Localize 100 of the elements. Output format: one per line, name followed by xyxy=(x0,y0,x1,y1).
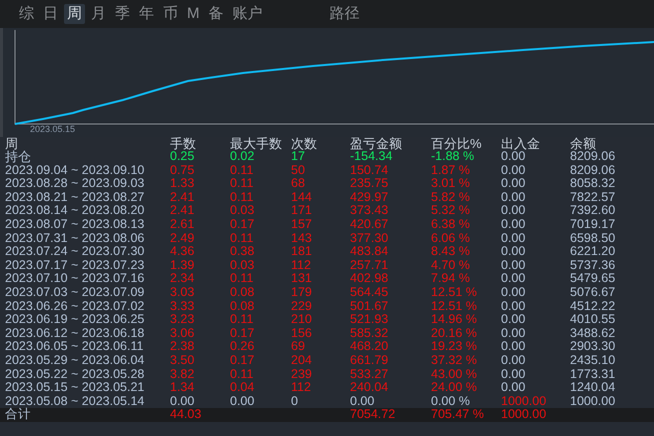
table-cell-text: 6.06 % xyxy=(431,232,471,246)
table-cell-text: 24.00 % xyxy=(431,381,478,395)
table-cell-text: 210 xyxy=(291,313,313,327)
table-cell-text: 0.17 xyxy=(230,326,256,340)
table-cell-text: 0.00 xyxy=(501,177,526,191)
table-cell-text: 179 xyxy=(291,286,313,300)
table-cell-text: 6598.50 xyxy=(570,232,616,246)
table-cell-text: 0.00 xyxy=(501,340,526,354)
table-cell-text: 585.32 xyxy=(350,326,390,340)
table-cell-text: 0.11 xyxy=(230,272,254,286)
row-label: 2023.08.21 ~ 2023.08.27 xyxy=(5,190,146,204)
table-cell-text: 43.00 % xyxy=(431,368,478,382)
table-cell-text: 0.04 xyxy=(230,381,256,395)
table-cell-text: 1.34 xyxy=(170,381,196,395)
table-cell-text: 157 xyxy=(291,218,313,232)
table-cell-text: 8209.06 xyxy=(570,150,616,164)
row-label: 2023.06.12 ~ 2023.06.18 xyxy=(5,326,146,340)
table-cell-text: 20.16 % xyxy=(431,326,478,340)
table-cell-text: -154.34 xyxy=(350,150,392,164)
table-cell-text: 37.32 % xyxy=(431,354,478,368)
tab[interactable]: 月 xyxy=(88,4,109,24)
table-cell-text: 17 xyxy=(291,150,305,164)
table-cell-text: 4010.55 xyxy=(570,313,616,327)
column-header: 盈亏金额 xyxy=(350,137,403,150)
table-cell-text: 0.11 xyxy=(230,190,254,204)
table-cell-text: 150.74 xyxy=(350,164,390,178)
tab[interactable]: 币 xyxy=(160,4,181,24)
tab[interactable]: M xyxy=(184,4,202,24)
table-cell-text: 2.49 xyxy=(170,232,196,246)
table-cell-text: 7392.60 xyxy=(570,204,616,218)
table-cell-text: 0.00 xyxy=(501,245,526,259)
table-cell-text: 12.51 % xyxy=(431,286,478,300)
table-cell-text: 2435.10 xyxy=(570,354,616,368)
table-cell-text: 7054.72 xyxy=(350,408,396,422)
table-cell-text: 0.00 xyxy=(501,313,526,327)
table-cell-text: 240.04 xyxy=(350,381,390,395)
tab[interactable]: 日 xyxy=(40,4,61,24)
table-cell-text: 7.94 % xyxy=(431,272,471,286)
tab[interactable]: 年 xyxy=(136,4,157,24)
row-label: 2023.08.28 ~ 2023.09.03 xyxy=(5,177,146,191)
tab[interactable]: 综 xyxy=(16,4,37,24)
row-label: 2023.07.03 ~ 2023.07.09 xyxy=(5,286,146,300)
table-cell-text: 1.39 xyxy=(170,258,196,272)
table-cell-text: 3.23 xyxy=(170,313,196,327)
table-cell-text: 501.67 xyxy=(350,300,390,314)
table-cell-text: 483.84 xyxy=(350,245,390,259)
table-cell-text: 0.11 xyxy=(230,313,254,327)
table-cell-text: 1240.04 xyxy=(570,381,616,395)
table-cell-text: 3.82 xyxy=(170,368,196,382)
table-cell-text: 3.33 xyxy=(170,300,196,314)
table-cell-text: 19.23 % xyxy=(431,340,478,354)
table-cell-text: 0 xyxy=(291,394,299,408)
table-cell-text: 5.32 % xyxy=(431,204,471,218)
tab[interactable]: 周 xyxy=(64,4,85,24)
column-header: 最大手数 xyxy=(230,137,283,150)
tab[interactable]: 季 xyxy=(112,4,133,24)
table-cell-text: 8058.32 xyxy=(570,177,616,191)
table-cell-text: 181 xyxy=(291,245,313,259)
column-header: 周 xyxy=(5,137,18,150)
row-label: 持仓 xyxy=(5,150,32,164)
table-cell-text: 144 xyxy=(291,190,313,204)
table-cell-text: 5737.36 xyxy=(570,258,616,272)
tab[interactable]: 账户 xyxy=(230,4,266,24)
table-cell-text: 1000.00 xyxy=(501,408,548,422)
column-header: 出入金 xyxy=(501,137,541,150)
tab[interactable]: 备 xyxy=(206,4,226,24)
table-cell-text: 705.47 % xyxy=(431,408,485,422)
table-cell-text: 0.00 xyxy=(501,300,526,314)
table-cell-text: 533.27 xyxy=(350,368,390,382)
table-cell-text: 373.43 xyxy=(350,204,390,218)
table-cell-text: 2.61 xyxy=(170,218,196,232)
table-cell-text: 1773.31 xyxy=(570,368,616,382)
table-cell-text: 7822.57 xyxy=(570,190,616,204)
table-cell-text: 0.00 xyxy=(230,394,256,408)
tab[interactable]: 路径 xyxy=(326,4,362,24)
table-cell-text: 0.00 xyxy=(501,258,526,272)
row-label: 2023.07.10 ~ 2023.07.16 xyxy=(5,272,146,286)
table-cell-text: 8.43 % xyxy=(431,245,471,259)
table-cell-text: 564.45 xyxy=(350,286,390,300)
row-label: 2023.05.08 ~ 2023.05.14 xyxy=(5,394,146,408)
table-cell-text: 429.97 xyxy=(350,190,390,204)
row-label: 2023.09.04 ~ 2023.09.10 xyxy=(5,164,146,178)
table-cell-text: 0.75 xyxy=(170,164,196,178)
table-cell-text: 5479.65 xyxy=(570,272,616,286)
table-cell-text: 0.00 xyxy=(501,164,526,178)
table-cell-text: 12.51 % xyxy=(431,300,478,314)
table-cell-text: 0.11 xyxy=(230,368,254,382)
table-cell-text: 0.11 xyxy=(230,177,254,191)
table-cell-text: 44.03 xyxy=(170,408,202,422)
table-cell-text: 0.00 xyxy=(170,394,196,408)
table-cell-text: 0.00 xyxy=(501,232,526,246)
table-cell-text: 468.20 xyxy=(350,340,390,354)
table-cell-text: 112 xyxy=(291,258,312,272)
table-cell-text: 5.82 % xyxy=(431,190,471,204)
table-cell-text: 143 xyxy=(291,232,313,246)
table-cell-text: 0.00 xyxy=(501,286,526,300)
table-cell-text: 1.33 xyxy=(170,177,196,191)
table-cell-text: 0.00 xyxy=(501,190,526,204)
table-cell-text: 2.41 xyxy=(170,190,196,204)
table-cell-text: 204 xyxy=(291,354,313,368)
